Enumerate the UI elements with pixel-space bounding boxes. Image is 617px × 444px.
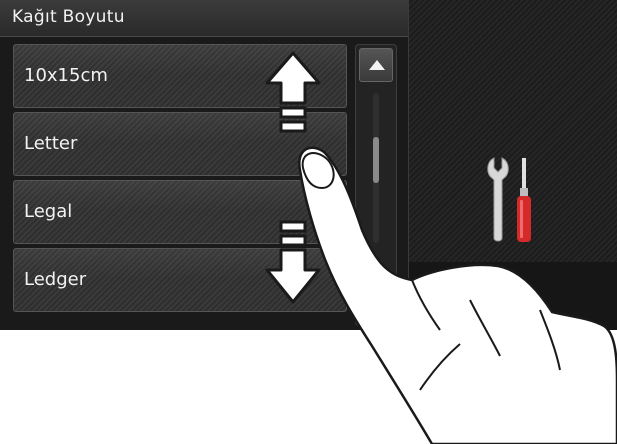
swipe-gesture-illustration <box>265 51 617 444</box>
arrow-down-icon <box>265 220 321 304</box>
pointing-hand <box>298 146 617 444</box>
arrow-up-icon <box>265 51 321 133</box>
